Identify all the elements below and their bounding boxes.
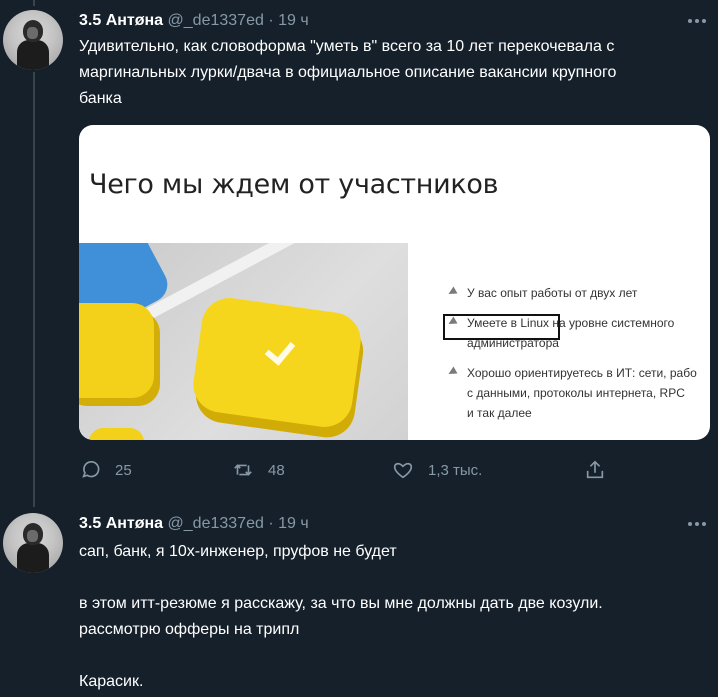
- tweet-paragraph: рассмотрю офферы на трипл: [79, 621, 300, 638]
- author-name[interactable]: 3.5 Антøна: [79, 12, 163, 29]
- media-photo: [79, 243, 408, 440]
- separator-dot: ·: [268, 12, 274, 29]
- tweet-actions: 25 48 1,3 тыс.: [79, 457, 619, 483]
- tweet-text: сап, банк, я 10х-инженер, пруфов не буде…: [79, 539, 709, 695]
- bullet-line: Хорошо ориентируетесь в ИТ: сети, рабо: [467, 366, 697, 380]
- retweet-count: 48: [268, 461, 285, 479]
- media-bullet: Хорошо ориентируетесь в ИТ: сети, рабо с…: [445, 363, 710, 423]
- more-icon[interactable]: [686, 519, 708, 529]
- like-count: 1,3 тыс.: [428, 461, 483, 479]
- bullet-line: Умеете в Linux на уровне системного: [467, 316, 675, 330]
- tweet-paragraph: в этом итт-резюме я расскажу, за что вы …: [79, 595, 603, 612]
- more-icon[interactable]: [686, 16, 708, 26]
- bullet-icon: [446, 316, 458, 328]
- author-handle[interactable]: @_de1337ed: [168, 515, 264, 532]
- bullet-icon: [446, 286, 458, 298]
- reply-count: 25: [115, 461, 132, 479]
- tweet[interactable]: 3.5 Антøна @_de1337ed · 19 ч Удивительно…: [0, 0, 718, 497]
- like-button[interactable]: 1,3 тыс.: [392, 457, 482, 483]
- media-bullet: У вас опыт работы от двух лет: [445, 283, 710, 303]
- tweet-text-line: Удивительно, как словоформа "уметь в" вс…: [79, 38, 615, 55]
- bullet-line: и так далее: [467, 406, 532, 420]
- reply-button[interactable]: 25: [79, 457, 132, 483]
- media-bullet: Умеете в Linux на уровне системного адми…: [445, 313, 710, 353]
- avatar[interactable]: [3, 10, 63, 70]
- separator-dot: ·: [268, 515, 274, 532]
- bullet-icon: [446, 366, 458, 378]
- share-button[interactable]: [584, 457, 620, 483]
- bullet-line: администратора: [467, 336, 559, 350]
- author-name[interactable]: 3.5 Антøна: [79, 515, 163, 532]
- tweet-text: Удивительно, как словоформа "уметь в" вс…: [79, 34, 709, 112]
- tweet-media-image[interactable]: Чего мы ждем от участников У вас опыт ра…: [79, 125, 710, 440]
- tweet-paragraph: сап, банк, я 10х-инженер, пруфов не буде…: [79, 543, 397, 560]
- tweet-text-line: маргинальных лурки/двача в официальное о…: [79, 64, 617, 81]
- timestamp[interactable]: 19 ч: [278, 12, 309, 29]
- tweet-text-line: банка: [79, 90, 122, 107]
- tweet-header: 3.5 Антøна @_de1337ed · 19 ч: [79, 11, 309, 31]
- bullet-line: У вас опыт работы от двух лет: [467, 286, 638, 300]
- tweet-paragraph: Карасик.: [79, 673, 144, 690]
- like-icon: [393, 462, 413, 479]
- media-title: Чего мы ждем от участников: [89, 169, 499, 200]
- retweet-icon: [234, 464, 252, 476]
- tweet-header: 3.5 Антøна @_de1337ed · 19 ч: [79, 514, 309, 534]
- media-bullet-list: У вас опыт работы от двух лет Умеете в L…: [445, 283, 710, 433]
- retweet-button[interactable]: 48: [232, 457, 285, 483]
- tweet[interactable]: 3.5 Антøна @_de1337ed · 19 ч сап, банк, …: [0, 505, 718, 697]
- timestamp[interactable]: 19 ч: [278, 515, 309, 532]
- share-icon: [586, 460, 604, 479]
- avatar[interactable]: [3, 513, 63, 573]
- reply-icon: [82, 461, 100, 478]
- bullet-line: с данными, протоколы интернета, RPC: [467, 386, 685, 400]
- author-handle[interactable]: @_de1337ed: [168, 12, 264, 29]
